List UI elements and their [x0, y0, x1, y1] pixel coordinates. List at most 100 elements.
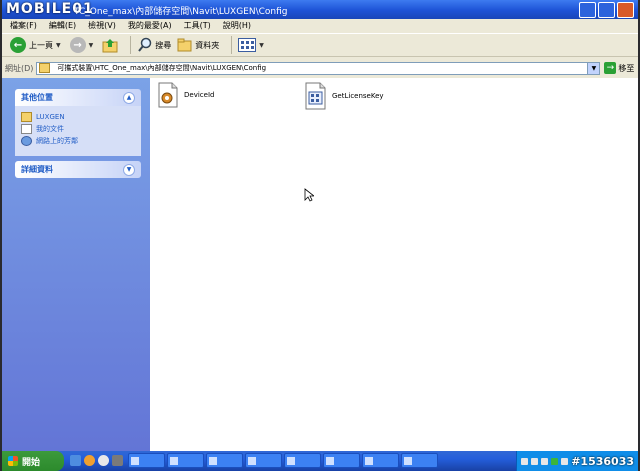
start-label: 開始: [22, 457, 41, 468]
browser-icon: [209, 456, 217, 465]
minimize-button[interactable]: [579, 2, 596, 18]
up-folder-button[interactable]: [102, 37, 118, 53]
taskbar-button[interactable]: [401, 453, 438, 468]
search-label: 搜尋: [155, 40, 172, 50]
taskbar-button[interactable]: [245, 453, 282, 468]
file-item-getlicensekey[interactable]: GetLicenseKey: [304, 82, 384, 110]
menu-file[interactable]: 檔案(F): [10, 20, 37, 31]
media-player-icon[interactable]: [84, 455, 95, 466]
chevron-down-icon[interactable]: ▼: [56, 42, 61, 49]
address-value: 可攜式裝置\HTC_One_max\內部儲存空間\Navit\LUXGEN\Co…: [57, 64, 267, 72]
start-button[interactable]: 開始: [2, 451, 64, 471]
taskbar-button[interactable]: [128, 453, 165, 468]
folder-icon: [131, 456, 139, 465]
views-button[interactable]: ▼: [238, 38, 267, 52]
taskbar-button[interactable]: [206, 453, 243, 468]
taskbar-buttons: [128, 453, 438, 468]
sidebar-item-label: 網路上的芳鄰: [36, 137, 78, 145]
registry-file-icon: [305, 82, 326, 110]
maximize-button[interactable]: [598, 2, 615, 18]
other-places-panel: 其他位置 ▲ LUXGEN 我的文件 網路上的芳鄰: [15, 89, 141, 156]
back-arrow-icon: ←: [10, 37, 26, 53]
forward-button[interactable]: → ▼: [69, 37, 97, 53]
file-list: DeviceId GetLicenseKey: [150, 78, 638, 451]
chevron-down-icon[interactable]: ▼: [587, 62, 600, 74]
back-label: 上一頁: [29, 40, 53, 50]
settings-file-icon: [158, 82, 178, 108]
views-grid-icon: [238, 38, 257, 52]
app-icon[interactable]: [112, 455, 123, 466]
address-label: 網址(D): [5, 63, 34, 73]
title-bar: MOBILE01 TC_One_max\內部儲存空間\Navit\LUXGEN\…: [2, 0, 638, 19]
folder-icon: [39, 63, 51, 73]
tray-icon[interactable]: [551, 457, 558, 465]
address-input[interactable]: 可攜式裝置\HTC_One_max\內部儲存空間\Navit\LUXGEN\Co…: [36, 61, 601, 75]
menu-tools[interactable]: 工具(T): [184, 20, 211, 31]
document-icon: [326, 456, 334, 465]
network-places-icon: [21, 136, 32, 146]
go-button[interactable]: → 移至: [604, 62, 634, 74]
file-item-deviceid[interactable]: DeviceId: [156, 82, 214, 108]
screen: MOBILE01 TC_One_max\內部儲存空間\Navit\LUXGEN\…: [2, 0, 638, 471]
taskbar-button[interactable]: [284, 453, 321, 468]
windows-logo-icon: [8, 456, 18, 466]
back-button[interactable]: ← 上一頁 ▼: [10, 37, 64, 53]
sidebar-item-label: LUXGEN: [36, 113, 65, 121]
forward-arrow-icon: →: [69, 37, 86, 53]
menu-help[interactable]: 說明(H): [223, 20, 251, 31]
image-stamp: #1536033: [571, 455, 634, 468]
browser-icon: [287, 456, 295, 465]
menu-bar: 檔案(F) 編輯(E) 檢視(V) 我的最愛(A) 工具(T) 說明(H): [2, 19, 638, 31]
sidebar-item-label: 我的文件: [36, 125, 64, 133]
taskbar-button[interactable]: [167, 453, 204, 468]
sidebar-item-network-places[interactable]: 網路上的芳鄰: [21, 136, 135, 146]
file-name: GetLicenseKey: [332, 92, 384, 100]
folder-icon: [21, 112, 32, 122]
details-title: 詳細資料: [21, 165, 53, 174]
folder-icon: [365, 456, 373, 465]
window-title: TC_One_max\內部儲存空間\Navit\LUXGEN\Config: [74, 7, 288, 17]
toolbar-divider: [130, 36, 132, 54]
tray-icon[interactable]: [561, 457, 568, 465]
other-places-title: 其他位置: [21, 93, 53, 102]
window-controls: [579, 2, 634, 18]
folders-button[interactable]: 資料夾: [177, 37, 219, 53]
go-arrow-icon: →: [604, 62, 617, 74]
mouse-cursor-icon: [304, 188, 314, 202]
sidebar-item-luxgen[interactable]: LUXGEN: [21, 112, 135, 122]
folder-icon: [170, 456, 178, 465]
tray-icon[interactable]: [521, 457, 528, 465]
taskbar: 開始 #1536033: [2, 451, 638, 471]
menu-edit[interactable]: 編輯(E): [49, 20, 76, 31]
up-folder-icon: [102, 39, 118, 53]
system-tray: #1536033: [516, 451, 638, 471]
taskbar-button[interactable]: [323, 453, 360, 468]
browser-icon[interactable]: [98, 455, 109, 466]
tray-icon[interactable]: [541, 457, 548, 465]
search-icon: [138, 37, 152, 52]
sidebar-item-my-documents[interactable]: 我的文件: [21, 124, 135, 134]
search-button[interactable]: 搜尋: [137, 37, 171, 53]
tray-icon[interactable]: [531, 457, 538, 465]
go-label: 移至: [618, 63, 635, 73]
close-button[interactable]: [617, 2, 634, 18]
chevron-up-icon[interactable]: ▲: [123, 91, 135, 104]
toolbar-divider: [231, 36, 233, 54]
details-header[interactable]: 詳細資料 ▼: [15, 161, 141, 178]
menu-favorites[interactable]: 我的最愛(A): [128, 20, 172, 31]
folders-label: 資料夾: [195, 40, 220, 50]
file-name: DeviceId: [184, 91, 215, 99]
address-bar: 網址(D) 可攜式裝置\HTC_One_max\內部儲存空間\Navit\LUX…: [2, 59, 638, 77]
folders-icon: [177, 38, 192, 52]
browser-icon: [248, 456, 256, 465]
chevron-down-icon[interactable]: ▼: [89, 42, 94, 49]
menu-view[interactable]: 檢視(V): [88, 20, 116, 31]
desktop-icon[interactable]: [70, 455, 81, 466]
other-places-header[interactable]: 其他位置 ▲: [15, 89, 141, 106]
quick-launch: [70, 455, 123, 466]
chevron-down-icon[interactable]: ▼: [259, 42, 264, 49]
taskbar-button[interactable]: [362, 453, 399, 468]
other-places-body: LUXGEN 我的文件 網路上的芳鄰: [15, 106, 141, 156]
chevron-down-icon[interactable]: ▼: [123, 163, 135, 176]
details-panel: 詳細資料 ▼: [15, 161, 141, 178]
